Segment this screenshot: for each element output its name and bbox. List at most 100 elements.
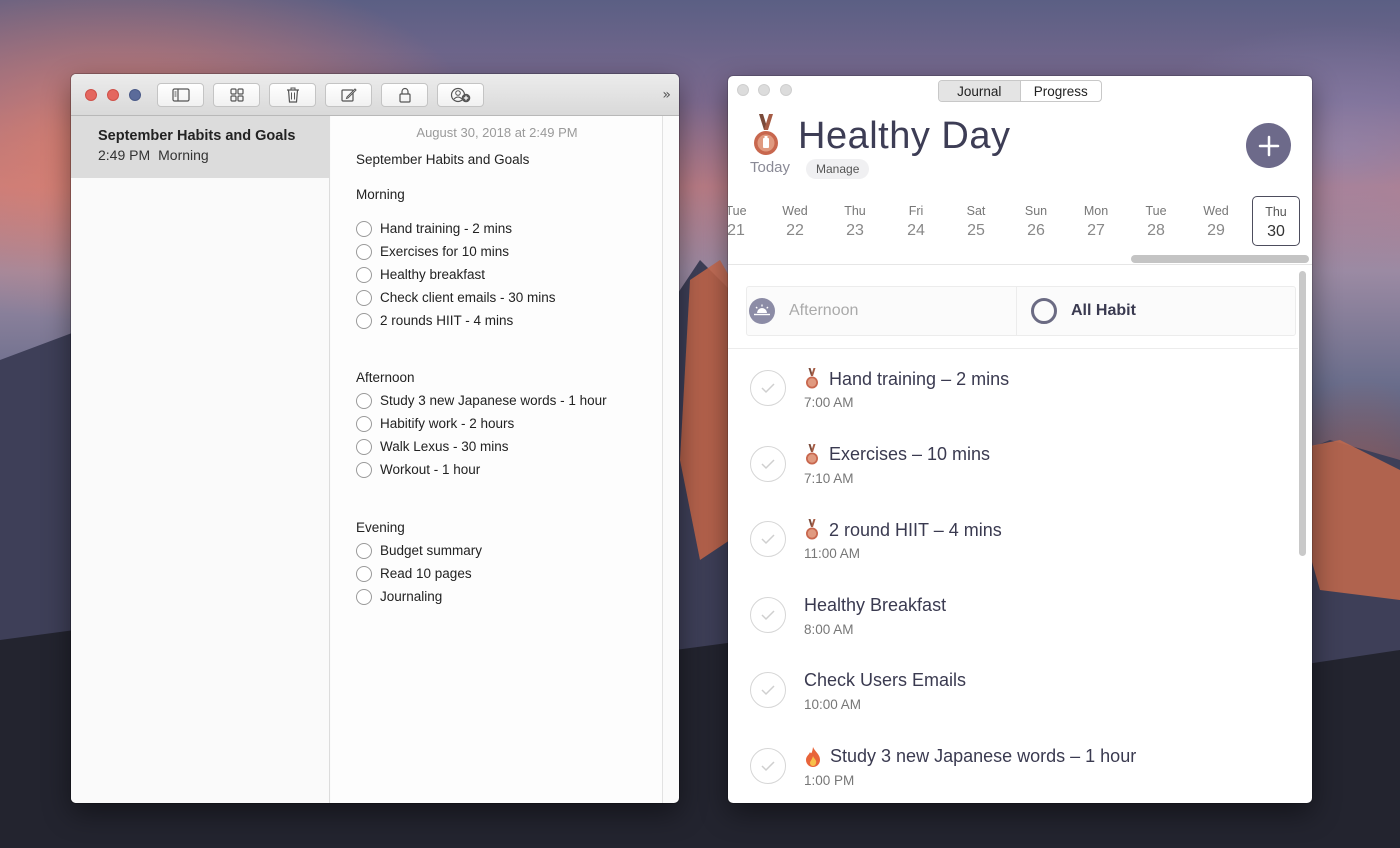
all-habits-icon <box>1031 298 1057 324</box>
plus-icon <box>1258 135 1279 156</box>
minimize-window-button[interactable] <box>758 84 770 96</box>
checklist-checkbox[interactable] <box>356 565 372 582</box>
habit-time: 7:10 AM <box>804 470 854 486</box>
note-title: September Habits and Goals <box>356 152 530 167</box>
checkmark-icon <box>761 534 775 545</box>
add-people-button[interactable] <box>437 83 484 107</box>
date-cell[interactable]: Thu 23 <box>831 196 879 248</box>
date-cell[interactable]: Sat 25 <box>952 196 1000 248</box>
medal-icon <box>806 519 818 540</box>
checklist-item-text: Study 3 new Japanese words - 1 hour <box>380 393 607 408</box>
sunset-icon <box>749 298 775 324</box>
habit-check-button[interactable] <box>750 747 786 784</box>
gallery-view-button[interactable] <box>213 83 260 107</box>
checklist-checkbox[interactable] <box>356 220 372 237</box>
add-habit-button[interactable] <box>1246 123 1291 168</box>
toolbar-overflow-chevron-icon[interactable]: » <box>662 87 671 103</box>
habit-check-button[interactable] <box>750 672 786 708</box>
habit-row[interactable]: Hand training – 2 mins 7:00 AM <box>728 349 1298 425</box>
habit-list: Hand training – 2 mins 7:00 AM Exercises… <box>728 349 1298 802</box>
note-list-item-meta: 2:49 PM Morning <box>98 147 329 163</box>
habit-row[interactable]: 2 round HIIT – 4 mins 11:00 AM <box>728 500 1298 576</box>
evening-checklist: Budget summary Read 10 pages Journaling <box>356 539 656 608</box>
tab-journal[interactable]: Journal <box>939 81 1021 101</box>
time-of-day-filter[interactable]: Afternoon <box>747 287 1017 335</box>
date-cell-number: 28 <box>1147 222 1165 239</box>
habit-name: Healthy Breakfast <box>804 595 946 616</box>
checklist-item: Walk Lexus - 30 mins <box>356 435 656 458</box>
date-cell[interactable]: Wed 29 <box>1192 196 1240 248</box>
habit-row[interactable]: Exercises – 10 mins 7:10 AM <box>728 425 1298 501</box>
note-body[interactable]: September Habits and Goals Morning Hand … <box>356 151 656 608</box>
habit-time: 11:00 AM <box>804 546 861 561</box>
date-cell[interactable]: Fri 24 <box>892 196 940 248</box>
minimize-window-button[interactable] <box>107 89 119 101</box>
checklist-checkbox[interactable] <box>356 392 372 409</box>
habit-name-text: Healthy Breakfast <box>804 594 947 615</box>
habit-check-button[interactable] <box>750 521 786 557</box>
date-cell-day: Fri <box>908 204 924 218</box>
checklist-checkbox[interactable] <box>356 542 372 559</box>
filter-bar: Afternoon All Habit <box>746 286 1296 336</box>
checklist-item-text: Workout - 1 hour <box>380 462 481 477</box>
compose-icon <box>340 88 357 102</box>
habit-row[interactable]: Healthy Breakfast 8:00 AM <box>728 576 1298 652</box>
note-list-item-time: 2:49 PM <box>98 147 151 163</box>
delete-note-button[interactable] <box>269 83 316 107</box>
toggle-sidebar-button[interactable] <box>157 83 204 107</box>
date-cell-number: 30 <box>1267 223 1285 240</box>
note-editor[interactable]: August 30, 2018 at 2:49 PM September Hab… <box>331 116 663 803</box>
date-cell-selected[interactable]: Thu 30 <box>1252 196 1300 246</box>
date-cell[interactable]: Tue 28 <box>1132 196 1180 248</box>
checklist-item-text: Journaling <box>380 589 443 604</box>
medal-icon <box>806 368 818 389</box>
medal-icon <box>806 443 818 464</box>
checklist-checkbox[interactable] <box>356 243 372 260</box>
medal-icon <box>754 114 778 155</box>
date-cell-number: 27 <box>1087 222 1105 239</box>
habit-name-text: Hand training – 2 mins <box>829 368 1010 389</box>
habit-list-scrollbar[interactable] <box>1299 271 1306 556</box>
checklist-checkbox[interactable] <box>356 266 372 283</box>
area-header: Healthy Day <box>750 108 1010 164</box>
habit-check-button[interactable] <box>750 370 786 406</box>
habit-check-button[interactable] <box>750 445 786 482</box>
date-cell[interactable]: Wed 22 <box>771 196 819 248</box>
add-person-icon <box>450 87 470 103</box>
new-note-button[interactable] <box>325 83 372 107</box>
habit-name-text: 2 round HIIT – 4 mins <box>829 519 1002 540</box>
zoom-window-button[interactable] <box>129 89 141 101</box>
tab-progress[interactable]: Progress <box>1021 81 1102 101</box>
checkmark-icon <box>761 760 775 771</box>
lock-note-button[interactable] <box>381 83 428 107</box>
checklist-checkbox[interactable] <box>356 438 372 455</box>
notes-toolbar: » <box>71 74 679 116</box>
manage-button[interactable]: Manage <box>806 159 870 179</box>
date-cell[interactable]: Sun 26 <box>1012 196 1060 248</box>
habit-row[interactable]: Check Users Emails 10:00 AM <box>728 651 1298 727</box>
note-list-item[interactable]: September Habits and Goals 2:49 PM Mornin… <box>71 116 329 178</box>
habit-check-button[interactable] <box>750 596 786 633</box>
date-strip-scrollbar[interactable] <box>1131 255 1309 263</box>
grid-icon <box>229 88 244 102</box>
date-cell-number: 21 <box>728 222 745 239</box>
zoom-window-button[interactable] <box>780 84 792 96</box>
checklist-checkbox[interactable] <box>356 588 372 605</box>
checklist-checkbox[interactable] <box>356 415 372 432</box>
close-window-button[interactable] <box>737 84 749 96</box>
date-cell-day: Wed <box>782 204 808 218</box>
checklist-checkbox[interactable] <box>356 461 372 478</box>
fire-icon <box>806 746 820 767</box>
view-segmented-control: Journal Progress <box>938 80 1102 102</box>
checklist-checkbox[interactable] <box>356 312 372 329</box>
habit-filter[interactable]: All Habit <box>1031 287 1136 335</box>
close-window-button[interactable] <box>85 89 97 101</box>
habit-row[interactable]: Study 3 new Japanese words – 1 hour 1:00… <box>728 727 1298 803</box>
checklist-item: Workout - 1 hour <box>356 458 656 481</box>
date-cell[interactable]: Tue 21 <box>728 196 760 248</box>
date-cell[interactable]: Mon 27 <box>1072 196 1120 248</box>
habit-time: 8:00 AM <box>804 621 854 637</box>
checklist-checkbox[interactable] <box>356 289 372 306</box>
date-cell-number: 25 <box>967 222 985 239</box>
area-title: Healthy Day <box>798 114 1011 157</box>
